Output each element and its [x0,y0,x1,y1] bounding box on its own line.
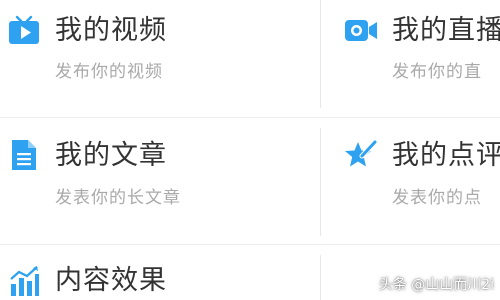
document-icon [8,138,40,170]
menu-item-my-videos[interactable]: 我的视频 发布你的视频 [0,0,320,117]
menu-item-title: 内容效果 [55,265,167,296]
menu-item-my-reviews[interactable]: 我的点评 发表你的点 [322,118,500,243]
menu-item-title: 我的直播 [392,15,500,46]
menu-item-title: 我的文章 [55,140,167,171]
menu-grid: 我的视频 发布你的视频 我的直播 发布你的直 我的文章 发表你的长文章 我的点评… [0,0,500,300]
column-divider [320,0,321,108]
menu-item-title: 我的视频 [55,15,167,46]
star-pen-icon [344,138,378,170]
menu-item-subtitle: 发布你的视频 [55,62,163,82]
bar-chart-icon [8,265,40,297]
tv-play-icon [8,14,40,46]
menu-item-subtitle: 发布你的直 [392,62,482,82]
menu-item-my-live[interactable]: 我的直播 发布你的直 [322,0,500,117]
column-divider [320,255,321,300]
row-divider [0,244,500,245]
watermark: 头条 @山山而川2i [378,277,494,293]
menu-item-subtitle: 发表你的长文章 [55,188,181,208]
menu-item-content-performance[interactable]: 内容效果 [0,245,320,300]
menu-item-subtitle: 发表你的点 [392,188,482,208]
menu-item-my-articles[interactable]: 我的文章 发表你的长文章 [0,118,320,243]
menu-item-title: 我的点评 [392,140,500,171]
row-divider [0,117,500,118]
column-divider [320,128,321,236]
video-camera-icon [344,14,377,46]
